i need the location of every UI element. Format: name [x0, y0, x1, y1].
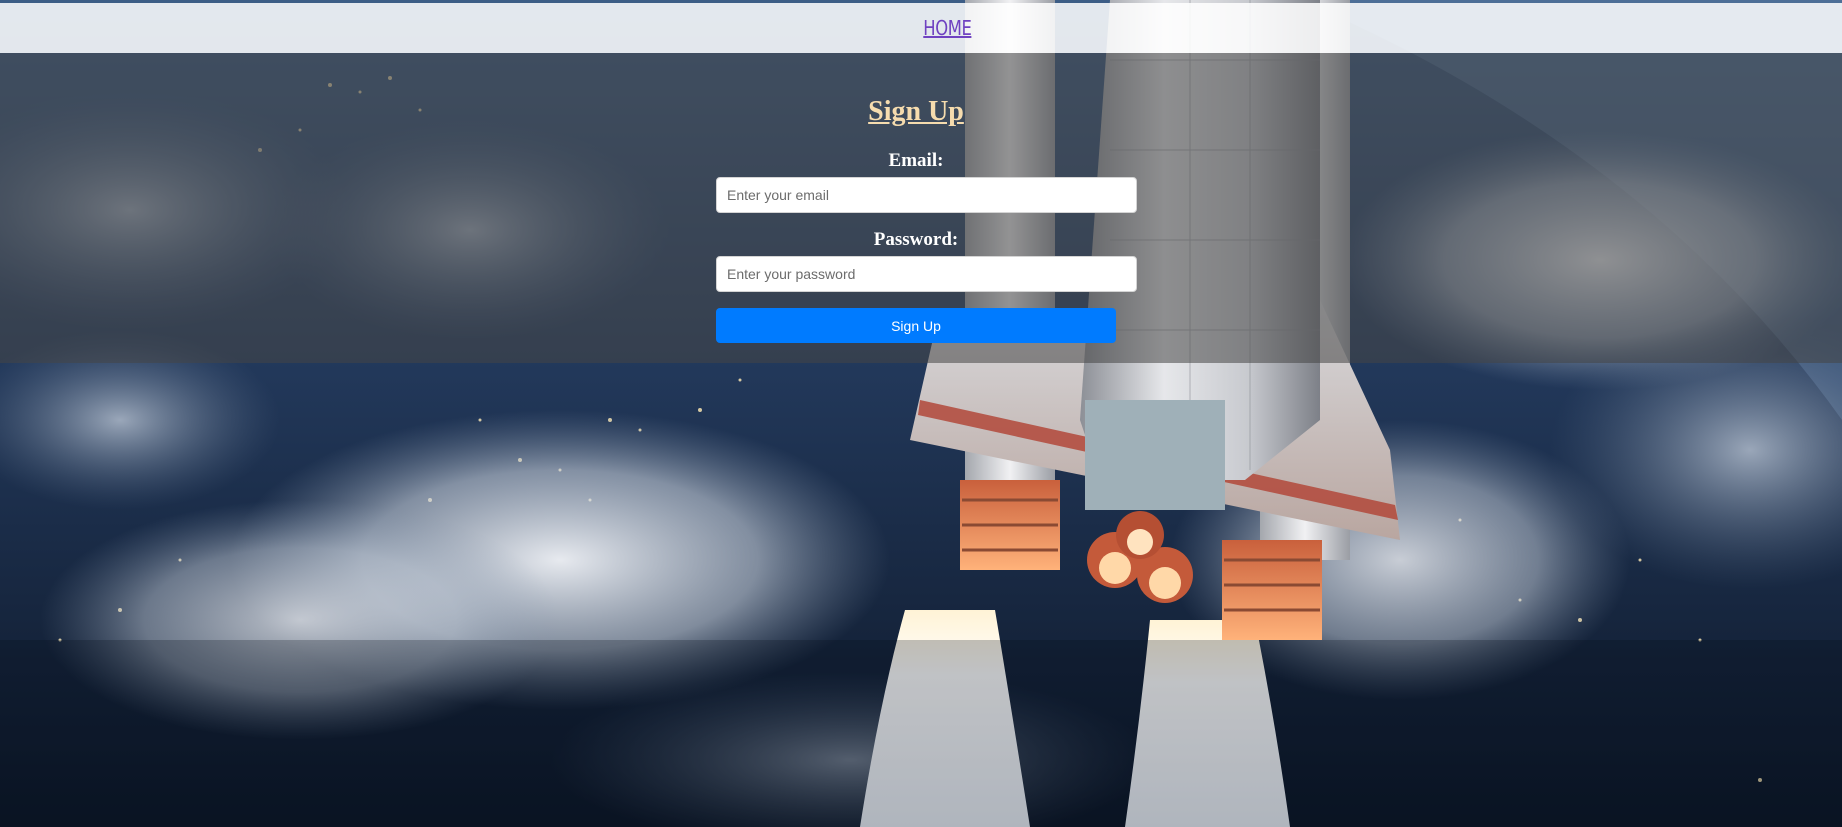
password-label: Password: — [873, 229, 959, 250]
password-input[interactable] — [716, 256, 1137, 292]
home-link[interactable]: HOME — [923, 16, 972, 40]
email-label: Email: — [888, 150, 944, 171]
email-input[interactable] — [716, 177, 1137, 213]
signup-title: Sign Up — [868, 96, 964, 127]
page: HOME Sign Up Email: Password: Sign Up — [0, 0, 1842, 827]
signup-button[interactable]: Sign Up — [716, 308, 1116, 343]
top-navbar: HOME — [0, 3, 1842, 53]
